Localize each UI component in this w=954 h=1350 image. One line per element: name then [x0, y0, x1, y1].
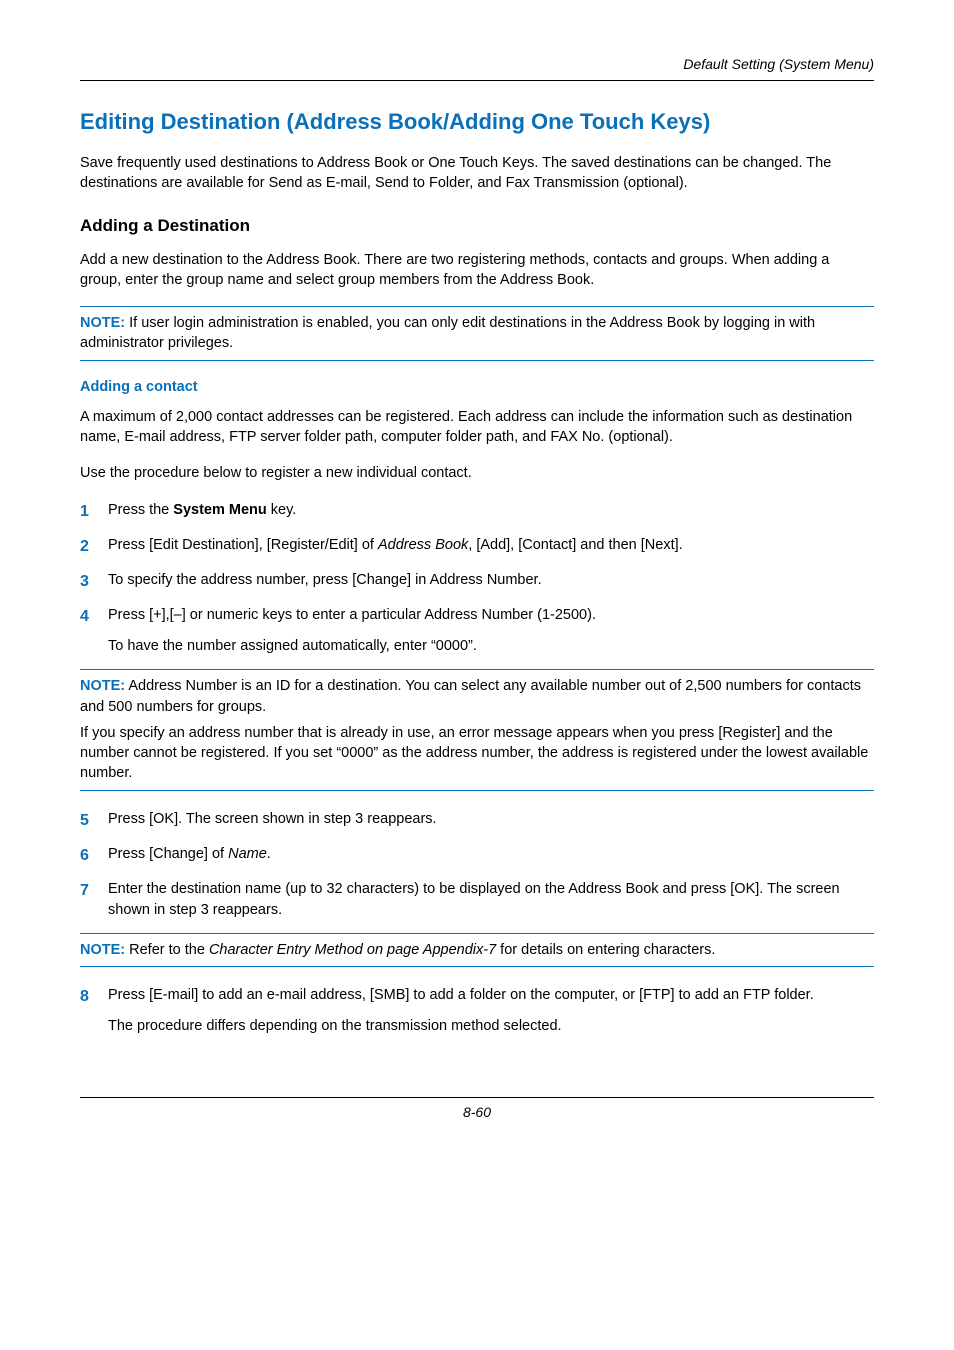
step-text: To have the number assigned automaticall… [108, 636, 874, 657]
step-number: 7 [80, 879, 108, 902]
step-body: To specify the address number, press [Ch… [108, 570, 874, 591]
step-item: 7 Enter the destination name (up to 32 c… [80, 879, 874, 921]
step-text: Press [E-mail] to add an e-mail address,… [108, 985, 874, 1006]
step-item: 4 Press [+],[–] or numeric keys to enter… [80, 605, 874, 657]
note-italic: Character Entry Method on page Appendix-… [209, 942, 496, 958]
step-body: Press [+],[–] or numeric keys to enter a… [108, 605, 874, 657]
step-list-c: 8 Press [E-mail] to add an e-mail addres… [80, 985, 874, 1037]
step-number: 8 [80, 985, 108, 1008]
subsection-title: Adding a Destination [80, 216, 874, 236]
contact-paragraph-2: Use the procedure below to register a ne… [80, 463, 874, 483]
step-text: , [Add], [Contact] and then [Next]. [468, 537, 682, 553]
step-bold: System Menu [173, 502, 266, 518]
step-number: 2 [80, 535, 108, 558]
step-text: Press [Change] of [108, 846, 228, 862]
step-number: 1 [80, 500, 108, 523]
note-text: Refer to the [125, 942, 209, 958]
note-label: NOTE: [80, 942, 125, 958]
step-italic: Address Book [378, 537, 468, 553]
step-item: 2 Press [Edit Destination], [Register/Ed… [80, 535, 874, 558]
step-item: 6 Press [Change] of Name. [80, 844, 874, 867]
step-text: Press the [108, 502, 173, 518]
header-rule [80, 80, 874, 81]
step-text: Press [+],[–] or numeric keys to enter a… [108, 605, 874, 626]
step-item: 1 Press the System Menu key. [80, 500, 874, 523]
step-number: 6 [80, 844, 108, 867]
step-number: 5 [80, 809, 108, 832]
page-number: 8-60 [80, 1097, 874, 1120]
step-body: Enter the destination name (up to 32 cha… [108, 879, 874, 921]
step-list-b: 5 Press [OK]. The screen shown in step 3… [80, 809, 874, 921]
running-header: Default Setting (System Menu) [80, 56, 874, 76]
step-list-a: 1 Press the System Menu key. 2 Press [Ed… [80, 500, 874, 658]
note-text: for details on entering characters. [496, 942, 715, 958]
page-title: Editing Destination (Address Book/Adding… [80, 109, 874, 135]
step-item: 8 Press [E-mail] to add an e-mail addres… [80, 985, 874, 1037]
step-italic: Name [228, 846, 267, 862]
step-text: The procedure differs depending on the t… [108, 1016, 874, 1037]
note-text: Address Number is an ID for a destinatio… [80, 678, 861, 714]
procedure-heading: Adding a contact [80, 379, 874, 395]
step-text: . [267, 846, 271, 862]
note-block-2: NOTE: Address Number is an ID for a dest… [80, 669, 874, 790]
step-item: 3 To specify the address number, press [… [80, 570, 874, 593]
intro-paragraph: Save frequently used destinations to Add… [80, 153, 874, 194]
step-text: key. [267, 502, 297, 518]
step-item: 5 Press [OK]. The screen shown in step 3… [80, 809, 874, 832]
step-body: Press [OK]. The screen shown in step 3 r… [108, 809, 874, 830]
step-number: 3 [80, 570, 108, 593]
note-block-3: NOTE: Refer to the Character Entry Metho… [80, 933, 874, 967]
note-text: If user login administration is enabled,… [80, 315, 815, 351]
step-number: 4 [80, 605, 108, 628]
step-text: Press [Edit Destination], [Register/Edit… [108, 537, 378, 553]
note-label: NOTE: [80, 678, 125, 694]
contact-paragraph-1: A maximum of 2,000 contact addresses can… [80, 407, 874, 448]
note-text: If you specify an address number that is… [80, 723, 874, 784]
note-label: NOTE: [80, 315, 125, 331]
step-body: Press the System Menu key. [108, 500, 874, 521]
note-block-1: NOTE: If user login administration is en… [80, 306, 874, 361]
step-body: Press [Edit Destination], [Register/Edit… [108, 535, 874, 556]
step-body: Press [E-mail] to add an e-mail address,… [108, 985, 874, 1037]
sub-intro-paragraph: Add a new destination to the Address Boo… [80, 250, 874, 291]
step-body: Press [Change] of Name. [108, 844, 874, 865]
